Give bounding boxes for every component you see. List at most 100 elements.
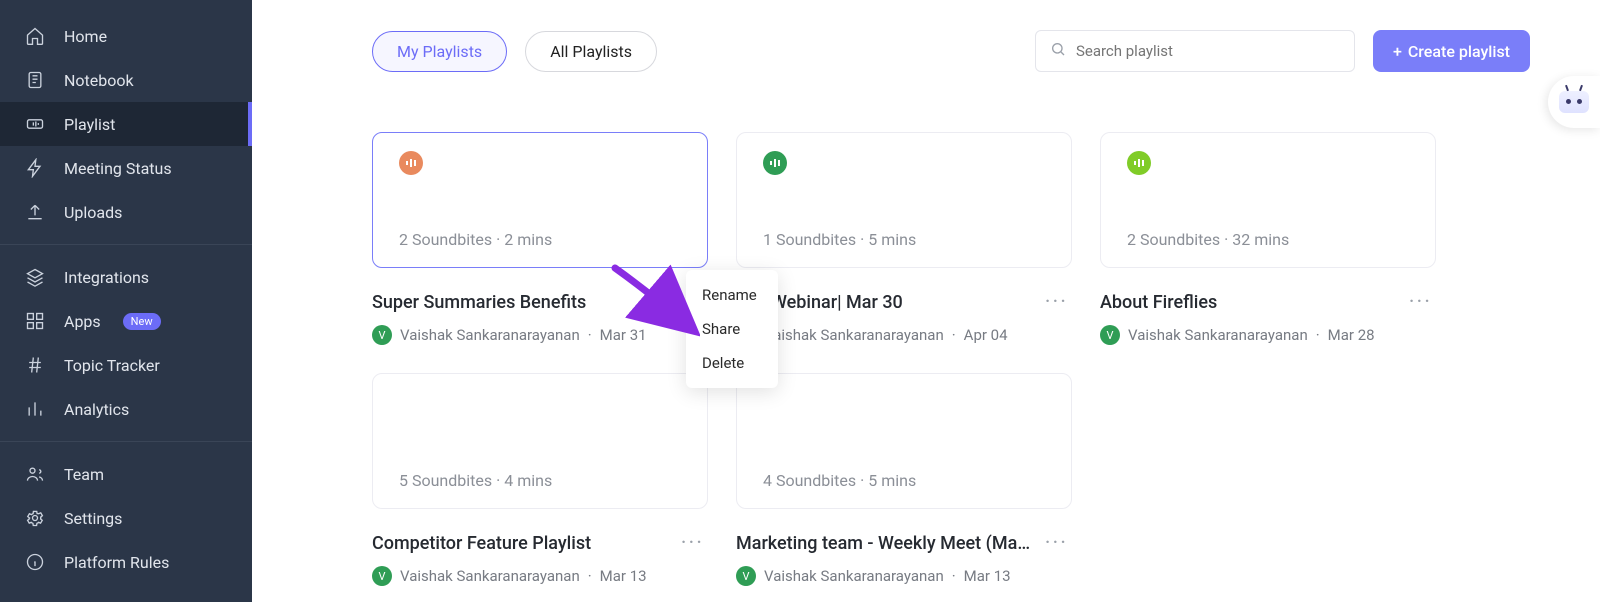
- playlist-stats: 5 Soundbites · 4 mins: [399, 471, 681, 490]
- context-menu-delete[interactable]: Delete: [686, 346, 778, 380]
- sidebar-item-meeting-status[interactable]: Meeting Status: [0, 146, 252, 190]
- topbar: My Playlists All Playlists + Create play…: [372, 30, 1530, 72]
- soundbite-icon: [763, 151, 787, 175]
- sidebar: Home Notebook Playlist Meeting Status Up…: [0, 0, 252, 602]
- sidebar-item-notebook[interactable]: Notebook: [0, 58, 252, 102]
- sidebar-item-uploads[interactable]: Uploads: [0, 190, 252, 234]
- bolt-icon: [24, 157, 46, 179]
- playlist-author: Vaishak Sankaranarayanan: [400, 326, 580, 344]
- sidebar-item-topic-tracker[interactable]: Topic Tracker: [0, 343, 252, 387]
- playlist-card: 5 Soundbites · 4 mins Competitor Feature…: [372, 373, 708, 586]
- playlist-date: Mar 13: [964, 567, 1011, 585]
- info-icon: [24, 551, 46, 573]
- sidebar-divider: [0, 244, 252, 245]
- search-box[interactable]: [1035, 30, 1355, 72]
- playlist-date: Mar 28: [1328, 326, 1375, 344]
- plus-icon: +: [1393, 42, 1402, 61]
- tab-all-playlists[interactable]: All Playlists: [525, 31, 657, 72]
- gear-icon: [24, 507, 46, 529]
- avatar: V: [736, 566, 756, 586]
- context-menu: Rename Share Delete: [686, 270, 778, 388]
- playlist-meta: V Vaishak Sankaranarayanan · Mar 13: [372, 566, 708, 586]
- chatbot-face-icon: [1559, 91, 1589, 113]
- sidebar-item-label: Home: [64, 27, 107, 46]
- team-icon: [24, 463, 46, 485]
- kebab-menu-button[interactable]: ···: [1041, 286, 1072, 319]
- sidebar-divider: [0, 441, 252, 442]
- avatar: V: [372, 566, 392, 586]
- playlist-date: Mar 31: [600, 326, 647, 344]
- playlist-tile[interactable]: 2 Soundbites · 2 mins: [372, 132, 708, 268]
- playlist-author: Vaishak Sankaranarayanan: [764, 567, 944, 585]
- playlist-tile[interactable]: 4 Soundbites · 5 mins: [736, 373, 1072, 509]
- hash-icon: [24, 354, 46, 376]
- avatar: V: [1100, 325, 1120, 345]
- playlist-date: Apr 04: [964, 326, 1008, 344]
- playlist-tile[interactable]: 1 Soundbites · 5 mins: [736, 132, 1072, 268]
- playlist-meta: V Vaishak Sankaranarayanan · Mar 13: [736, 566, 1072, 586]
- sidebar-item-label: Meeting Status: [64, 159, 172, 178]
- playlist-title: About Fireflies: [1100, 292, 1397, 313]
- sidebar-item-analytics[interactable]: Analytics: [0, 387, 252, 431]
- playlist-card: 4 Soundbites · 5 mins Marketing team - W…: [736, 373, 1072, 586]
- kebab-menu-button[interactable]: ···: [677, 527, 708, 560]
- playlist-title: Competitor Feature Playlist: [372, 533, 669, 554]
- sidebar-item-label: Uploads: [64, 203, 122, 222]
- grid-icon: [24, 310, 46, 332]
- new-badge: New: [123, 313, 161, 330]
- sidebar-item-label: Apps: [64, 312, 101, 331]
- sidebar-item-home[interactable]: Home: [0, 14, 252, 58]
- sidebar-item-label: Platform Rules: [64, 553, 169, 572]
- playlist-meta: V Vaishak Sankaranarayanan · Mar 31: [372, 325, 708, 345]
- playlist-tile[interactable]: 5 Soundbites · 4 mins: [372, 373, 708, 509]
- sidebar-item-platform-rules[interactable]: Platform Rules: [0, 540, 252, 584]
- playlist-tile[interactable]: 2 Soundbites · 32 mins: [1100, 132, 1436, 268]
- playlist-stats: 2 Soundbites · 32 mins: [1127, 230, 1409, 249]
- create-playlist-label: Create playlist: [1408, 42, 1510, 61]
- sidebar-item-label: Topic Tracker: [64, 356, 160, 375]
- context-menu-share[interactable]: Share: [686, 312, 778, 346]
- playlist-title: ni & Webinar| Mar 30: [736, 292, 1033, 313]
- tab-my-playlists[interactable]: My Playlists: [372, 31, 507, 72]
- sidebar-item-label: Integrations: [64, 268, 149, 287]
- sidebar-item-apps[interactable]: Apps New: [0, 299, 252, 343]
- soundbite-icon: [399, 151, 423, 175]
- chatbot-launcher[interactable]: [1548, 76, 1600, 128]
- sidebar-item-label: Settings: [64, 509, 122, 528]
- sidebar-item-integrations[interactable]: Integrations: [0, 255, 252, 299]
- search-icon: [1050, 41, 1066, 61]
- playlist-meta: V Vaishak Sankaranarayanan · Apr 04: [736, 325, 1072, 345]
- playlist-author: Vaishak Sankaranarayanan: [400, 567, 580, 585]
- sidebar-item-label: Analytics: [64, 400, 129, 419]
- kebab-menu-button[interactable]: ···: [1041, 527, 1072, 560]
- playlist-author: Vaishak Sankaranarayanan: [764, 326, 944, 344]
- context-menu-rename[interactable]: Rename: [686, 278, 778, 312]
- main-content: My Playlists All Playlists + Create play…: [252, 0, 1600, 602]
- home-icon: [24, 25, 46, 47]
- notebook-icon: [24, 69, 46, 91]
- playlist-stats: 1 Soundbites · 5 mins: [763, 230, 1045, 249]
- layers-icon: [24, 266, 46, 288]
- playlist-card: 2 Soundbites · 32 mins About Fireflies ·…: [1100, 132, 1436, 345]
- playlist-meta: V Vaishak Sankaranarayanan · Mar 28: [1100, 325, 1436, 345]
- sidebar-item-settings[interactable]: Settings: [0, 496, 252, 540]
- sidebar-item-label: Notebook: [64, 71, 134, 90]
- bars-icon: [24, 398, 46, 420]
- playlist-title: Super Summaries Benefits: [372, 292, 669, 313]
- playlist-title: Marketing team - Weekly Meet (Mar 2…: [736, 533, 1033, 554]
- sidebar-item-label: Playlist: [64, 115, 115, 134]
- create-playlist-button[interactable]: + Create playlist: [1373, 30, 1530, 72]
- playlist-stats: 2 Soundbites · 2 mins: [399, 230, 681, 249]
- playlist-card: 2 Soundbites · 2 mins Super Summaries Be…: [372, 132, 708, 345]
- soundbite-icon: [1127, 151, 1151, 175]
- playlist-grid: 2 Soundbites · 2 mins Super Summaries Be…: [372, 132, 1530, 586]
- avatar: V: [372, 325, 392, 345]
- upload-icon: [24, 201, 46, 223]
- search-input[interactable]: [1076, 42, 1340, 60]
- playlist-date: Mar 13: [600, 567, 647, 585]
- sidebar-item-team[interactable]: Team: [0, 452, 252, 496]
- kebab-menu-button[interactable]: ···: [1405, 286, 1436, 319]
- sidebar-item-playlist[interactable]: Playlist: [0, 102, 252, 146]
- playlist-card: 1 Soundbites · 5 mins ni & Webinar| Mar …: [736, 132, 1072, 345]
- sidebar-item-label: Team: [64, 465, 104, 484]
